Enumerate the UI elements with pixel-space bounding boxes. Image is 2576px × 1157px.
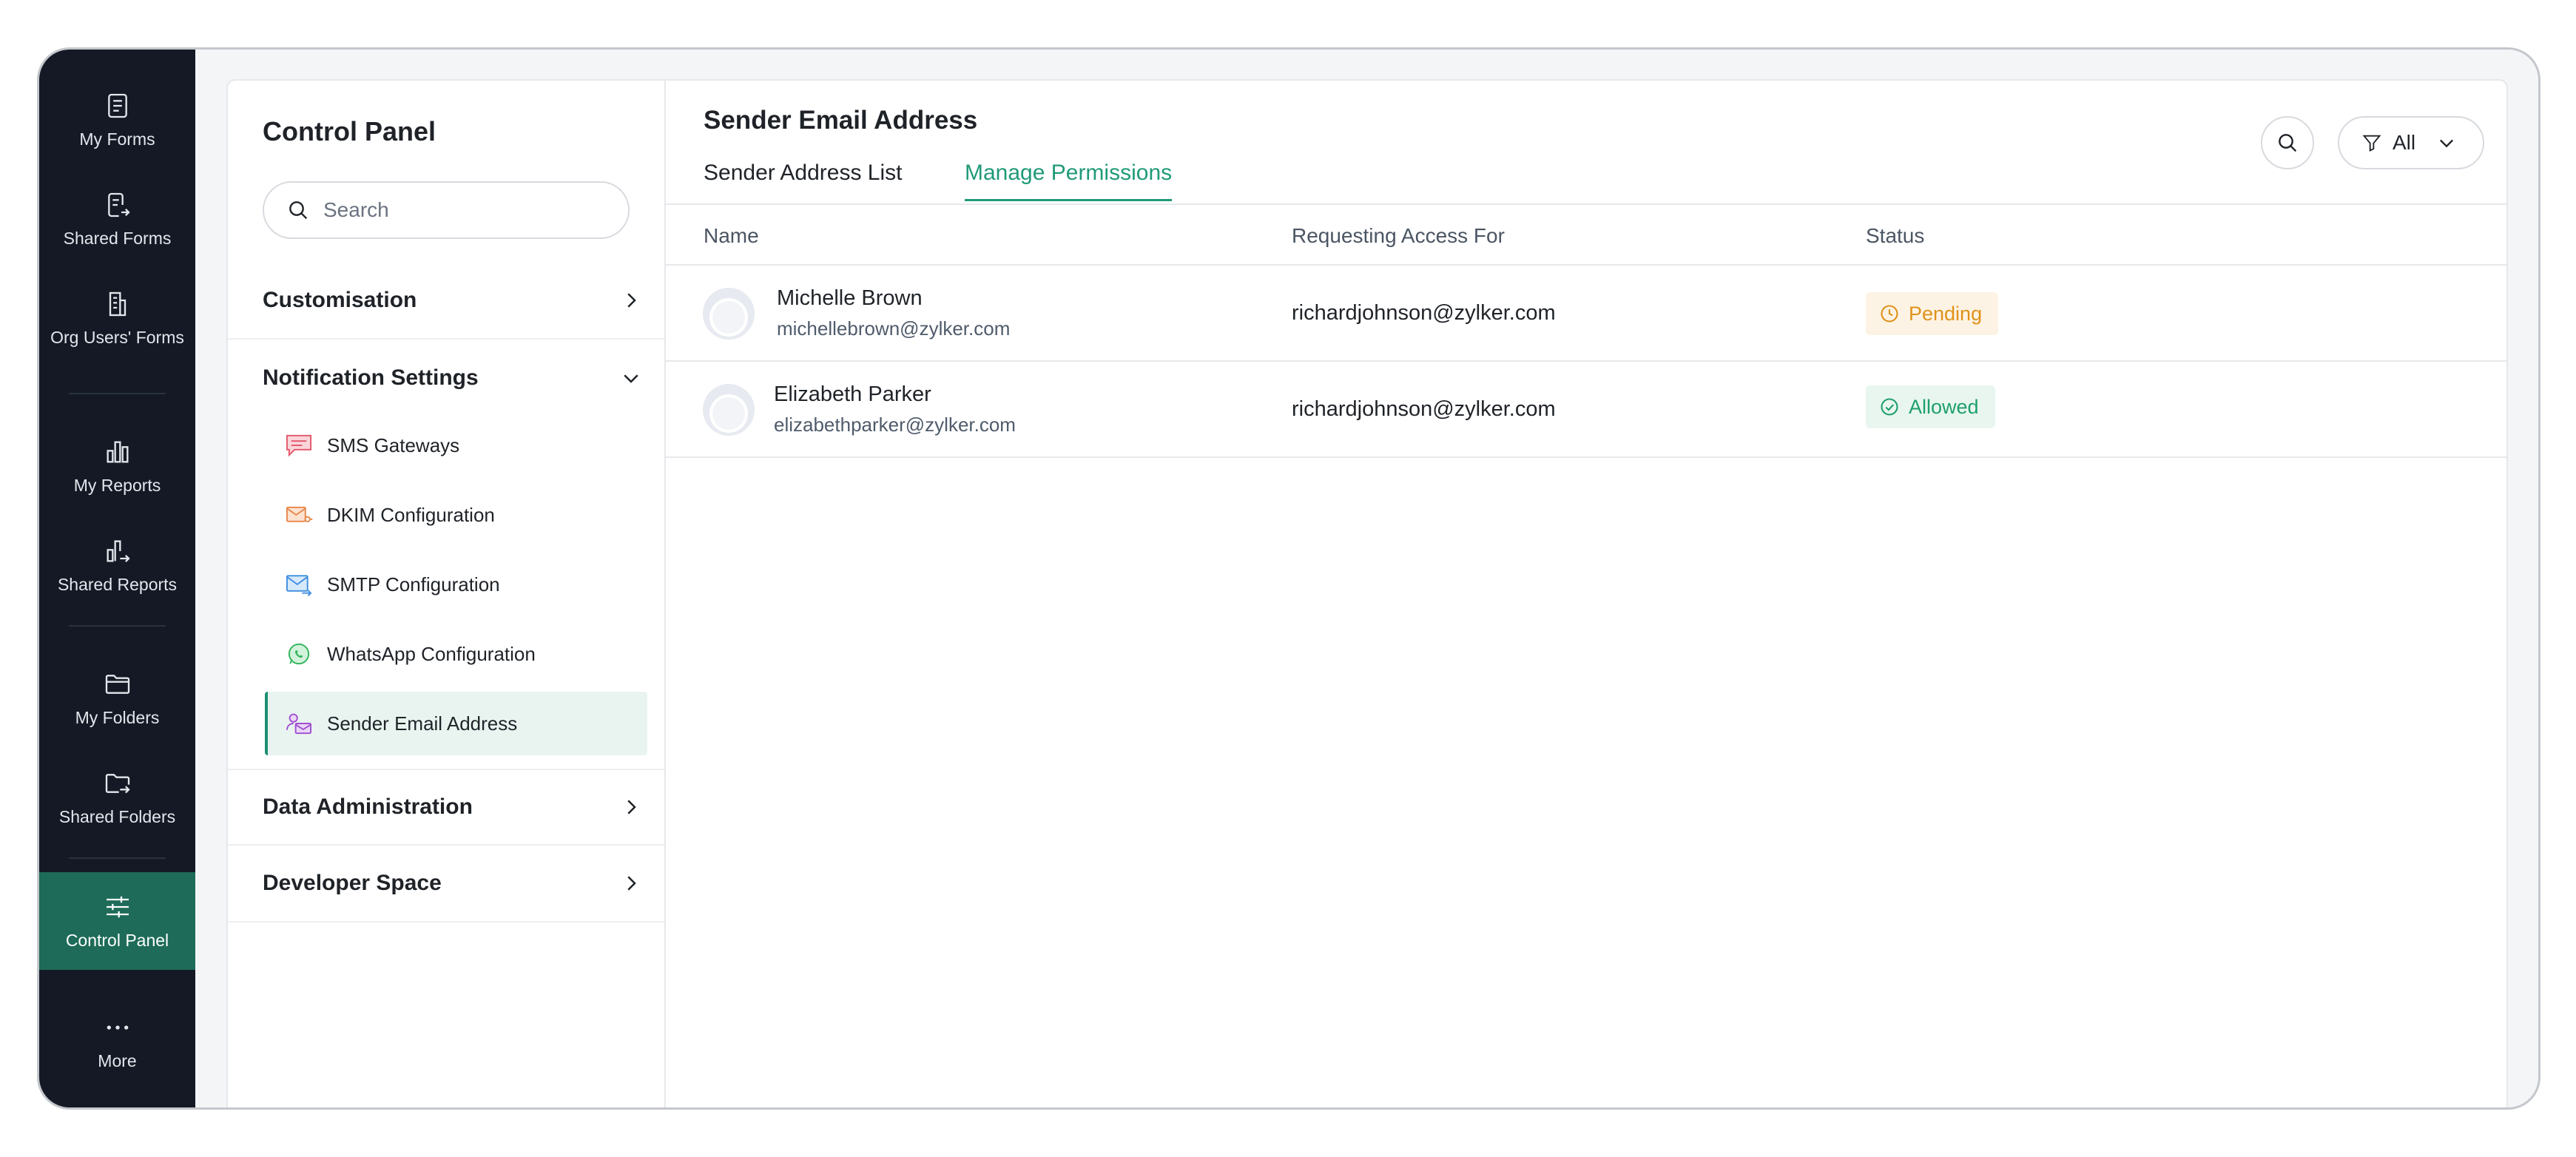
column-header-status: Status xyxy=(1866,224,1925,247)
nav-item-label: Shared Forms xyxy=(63,228,172,248)
nav-rail: My Forms Shared Forms Org Users' Forms M… xyxy=(39,50,195,1107)
sms-chat-icon xyxy=(284,433,314,458)
sliders-icon xyxy=(106,896,129,917)
nav-item-label: Org Users' Forms xyxy=(50,327,184,347)
sidebar-item-label: SMS Gateways xyxy=(327,434,460,456)
nav-item-label: Shared Reports xyxy=(57,574,178,594)
status-label: Allowed xyxy=(1909,395,1979,418)
nav-item-label: Control Panel xyxy=(65,930,169,950)
shared-document-icon xyxy=(107,192,130,217)
clock-icon xyxy=(1881,305,1898,323)
shared-chart-icon xyxy=(107,540,130,562)
search-icon xyxy=(289,201,308,220)
sidebar-item-sender-email-address[interactable]: Sender Email Address xyxy=(265,692,647,755)
nav-item-my-folders[interactable]: My Folders xyxy=(39,652,195,745)
nav-item-shared-reports[interactable]: Shared Reports xyxy=(39,519,195,612)
nav-item-my-forms[interactable]: My Forms xyxy=(39,73,195,166)
nav-item-label: More xyxy=(98,1050,137,1070)
document-icon xyxy=(107,93,127,118)
sidebar-item-smtp-configuration[interactable]: SMTP Configuration xyxy=(265,553,647,616)
control-panel-sidebar: Control Panel Customisation Notification… xyxy=(228,81,666,1107)
row-email: michellebrown@zylker.com xyxy=(777,317,1011,340)
sidebar-item-whatsapp-configuration[interactable]: WhatsApp Configuration xyxy=(265,622,647,686)
sidebar-title: Control Panel xyxy=(263,116,436,146)
nav-item-label: Shared Folders xyxy=(58,806,176,826)
user-placeholder-icon xyxy=(703,384,755,436)
user-placeholder-icon xyxy=(703,288,755,340)
main-content: Sender Email Address Sender Address List… xyxy=(666,81,2506,1107)
sidebar-item-label: Sender Email Address xyxy=(327,712,518,735)
section-label: Notification Settings xyxy=(263,365,479,390)
nav-item-shared-forms[interactable]: Shared Forms xyxy=(39,172,195,266)
nav-item-shared-folders[interactable]: Shared Folders xyxy=(39,751,195,844)
smtp-mail-icon xyxy=(284,572,314,597)
status-badge: Pending xyxy=(1866,292,1999,335)
section-label: Customisation xyxy=(263,288,417,312)
row-requesting-access: richardjohnson@zylker.com xyxy=(1292,397,1556,421)
status-badge: Allowed xyxy=(1866,385,1995,428)
filter-icon xyxy=(2362,135,2381,152)
table-row[interactable]: Elizabeth Parker elizabethparker@zylker.… xyxy=(666,363,2506,458)
app-window: My Forms Shared Forms Org Users' Forms M… xyxy=(37,47,2540,1110)
section-notification-settings[interactable]: Notification Settings xyxy=(228,340,664,416)
building-icon xyxy=(109,291,126,316)
page-title: Sender Email Address xyxy=(704,106,978,135)
bar-chart-icon xyxy=(107,441,128,462)
row-name: Michelle Brown xyxy=(777,286,923,310)
nav-item-control-panel[interactable]: Control Panel xyxy=(39,872,195,970)
whatsapp-icon xyxy=(284,641,314,667)
search-input[interactable] xyxy=(323,198,604,222)
tab-sender-address-list[interactable]: Sender Address List xyxy=(704,161,903,199)
check-circle-icon xyxy=(1881,398,1898,416)
search-icon xyxy=(2279,134,2297,152)
folder-icon xyxy=(105,674,129,694)
avatar xyxy=(703,384,755,436)
shared-folder-icon xyxy=(105,773,130,793)
more-dots-icon xyxy=(107,1025,128,1030)
search-button[interactable] xyxy=(2261,116,2314,169)
avatar xyxy=(703,288,755,340)
nav-divider xyxy=(69,857,166,859)
nav-item-label: My Reports xyxy=(73,475,161,495)
row-requesting-access: richardjohnson@zylker.com xyxy=(1292,301,1556,325)
nav-item-my-reports[interactable]: My Reports xyxy=(39,419,195,513)
chevron-down-icon xyxy=(624,374,638,383)
section-developer-space[interactable]: Developer Space xyxy=(228,846,664,922)
sidebar-item-sms-gateways[interactable]: SMS Gateways xyxy=(265,414,647,477)
section-data-administration[interactable]: Data Administration xyxy=(228,769,664,846)
sidebar-item-dkim-configuration[interactable]: DKIM Configuration xyxy=(265,483,647,547)
nav-item-label: My Forms xyxy=(79,129,155,149)
sender-user-mail-icon xyxy=(284,711,314,736)
section-label: Data Administration xyxy=(263,795,473,819)
nav-item-org-users-forms[interactable]: Org Users' Forms xyxy=(39,271,195,365)
dkim-mail-icon xyxy=(284,502,314,527)
tab-manage-permissions[interactable]: Manage Permissions xyxy=(965,161,1173,201)
content-panel: Control Panel Customisation Notification… xyxy=(226,79,2508,1107)
sidebar-item-label: DKIM Configuration xyxy=(327,503,495,526)
nav-divider xyxy=(69,393,166,394)
column-header-name: Name xyxy=(704,224,759,247)
section-label: Developer Space xyxy=(263,871,442,895)
table-row[interactable]: Michelle Brown michellebrown@zylker.com … xyxy=(666,267,2506,362)
sidebar-item-label: SMTP Configuration xyxy=(327,573,500,596)
status-filter-dropdown[interactable]: All xyxy=(2338,116,2484,169)
table-header: Name Requesting Access For Status xyxy=(666,205,2506,266)
row-email: elizabethparker@zylker.com xyxy=(774,414,1016,436)
chevron-right-icon xyxy=(627,876,636,891)
chevron-right-icon xyxy=(627,293,636,308)
filter-value: All xyxy=(2393,131,2416,154)
sidebar-item-label: WhatsApp Configuration xyxy=(327,642,536,665)
chevron-right-icon xyxy=(627,800,636,814)
row-name: Elizabeth Parker xyxy=(774,382,931,406)
chevron-down-icon xyxy=(2440,139,2454,148)
nav-item-more[interactable]: More xyxy=(39,995,195,1088)
section-customisation[interactable]: Customisation xyxy=(228,263,664,340)
sidebar-search[interactable] xyxy=(263,181,630,239)
nav-divider xyxy=(69,625,166,627)
nav-item-label: My Folders xyxy=(75,707,160,727)
status-label: Pending xyxy=(1909,302,1983,325)
column-header-requesting-access: Requesting Access For xyxy=(1292,224,1505,247)
